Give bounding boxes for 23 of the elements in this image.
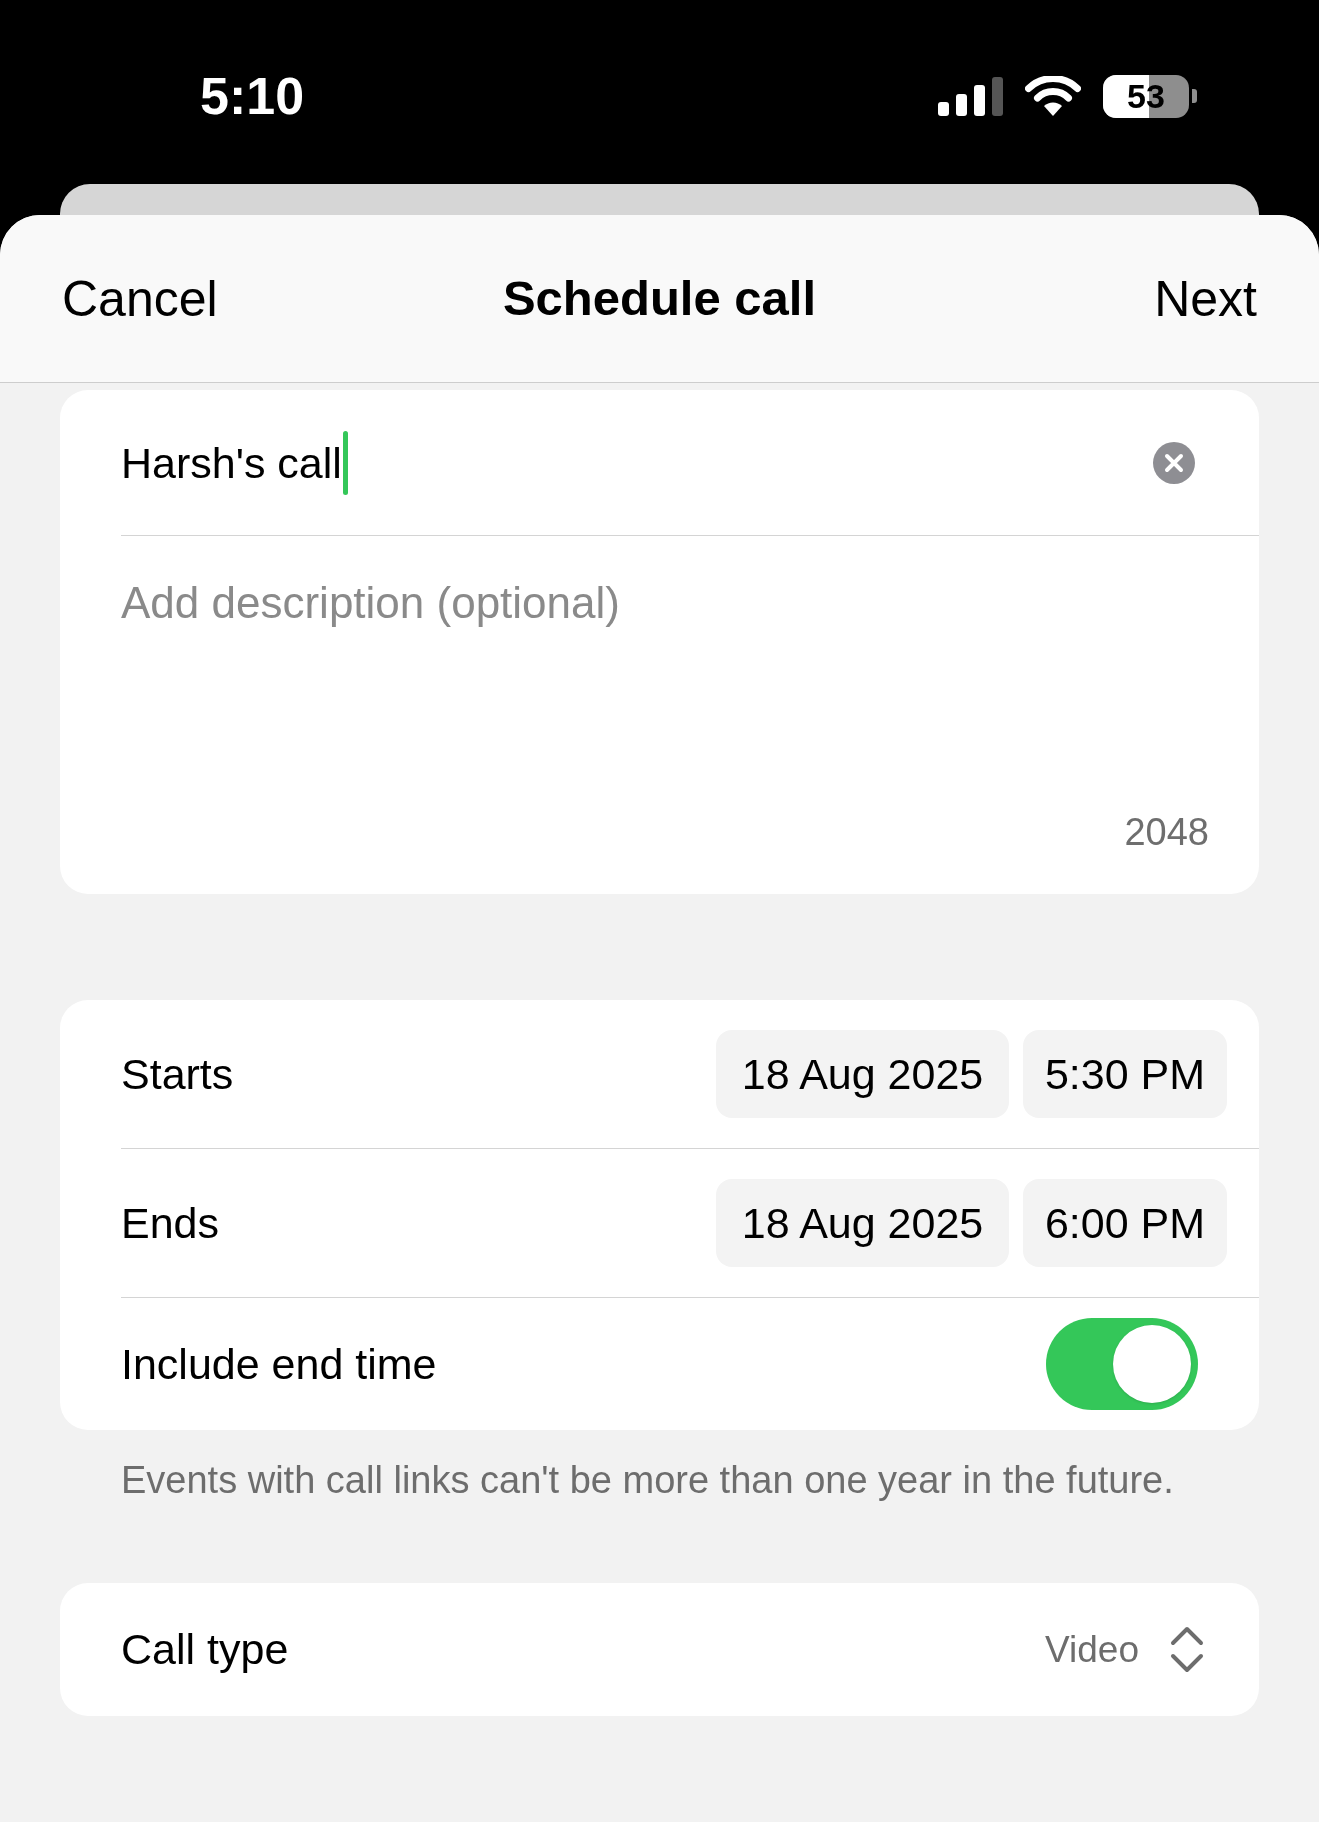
signal-icon: [938, 76, 1003, 116]
title-field[interactable]: Harsh's call: [60, 390, 1259, 536]
sheet-title: Schedule call: [502, 274, 817, 323]
footnote-text: Events with call links can't be more than one year in the future.: [121, 1459, 1174, 1501]
next-button[interactable]: Next: [1154, 273, 1257, 324]
date-picker-button[interactable]: 18 Aug 2025: [716, 1030, 1009, 1118]
time-picker-button[interactable]: 5:30 PM: [1023, 1030, 1227, 1118]
status-time: 5:10: [200, 70, 305, 122]
description-field[interactable]: Add description (optional) 2048: [60, 536, 1259, 894]
row-label: Starts: [121, 1052, 234, 1096]
clear-icon[interactable]: [1153, 442, 1195, 484]
call-type-picker[interactable]: Video: [1045, 1624, 1205, 1675]
description-input[interactable]: Add description (optional): [121, 577, 1209, 777]
time-picker-button[interactable]: 6:00 PM: [1023, 1179, 1227, 1267]
date-picker-button[interactable]: 18 Aug 2025: [716, 1179, 1009, 1267]
chevron-up-down-icon: [1169, 1624, 1205, 1675]
row-label: Ends: [121, 1201, 219, 1245]
battery-indicator: 53: [1103, 74, 1197, 118]
call-type-label: Call type: [121, 1628, 289, 1671]
wifi-icon: [1025, 76, 1081, 116]
cancel-button[interactable]: Cancel: [62, 273, 218, 324]
character-counter: 2048: [1124, 810, 1209, 854]
row-label: Include end time: [121, 1342, 437, 1386]
